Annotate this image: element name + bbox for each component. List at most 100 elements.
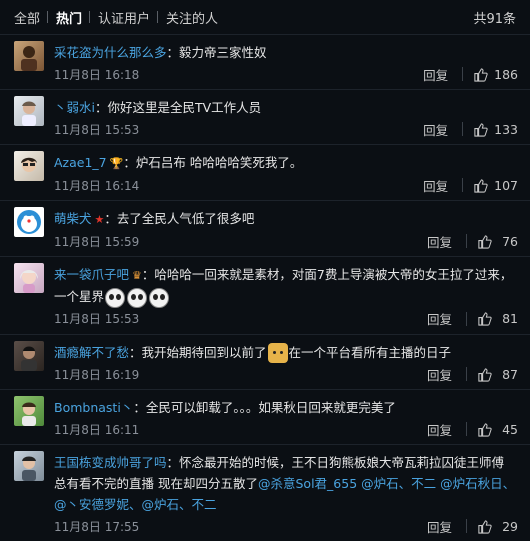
crown-badge-icon: ♛ (132, 269, 142, 282)
comment-meta: 11月8日 15:53 回复 81 (54, 310, 518, 328)
thumbs-up-icon (478, 312, 492, 326)
thumbs-up-icon (478, 367, 492, 382)
tab-hot[interactable]: 热门 (47, 8, 90, 27)
comment-item: 丶弱水i：你好这里是全民TV工作人员 11月8日 15:53 回复 133 (0, 90, 530, 145)
reply-button[interactable]: 回复 (427, 517, 452, 536)
avatar[interactable] (14, 96, 44, 126)
reply-button[interactable]: 回复 (423, 120, 448, 139)
vip-badge-icon: 🏆 (109, 157, 124, 170)
comment-actions: 回复 81 (427, 309, 518, 328)
like-button[interactable]: 186 (473, 67, 518, 82)
like-button[interactable]: 87 (477, 367, 518, 382)
action-divider (466, 519, 467, 533)
comment-meta: 11月8日 16:18 回复 186 (54, 65, 518, 83)
avatar[interactable] (14, 396, 44, 426)
comment-body: 酒瘾解不了愁：我开始期待回到以前了 在一个平台看所有主播的日子 (54, 341, 518, 363)
panda-emoji-icon (105, 287, 126, 308)
mention-link[interactable]: @丶安德罗妮、 (54, 497, 142, 512)
mention-link[interactable]: @炉石秋日、 (440, 476, 515, 491)
like-count: 76 (502, 233, 518, 249)
like-count: 87 (502, 366, 518, 382)
comment-actions: 回复 87 (427, 365, 518, 384)
comment-body: Bombnasti丶：全民可以卸载了。。。如果秋日回来就更完美了 (54, 396, 518, 418)
comment-filter-tabs: 全部 热门 认证用户 关注的人 共91条 (0, 0, 530, 35)
comment-meta: 11月8日 16:19 回复 87 (54, 365, 518, 383)
like-count: 81 (502, 311, 518, 326)
comment-username[interactable]: 萌柴犬 (54, 211, 92, 226)
comment-username[interactable]: 丶弱水i (54, 100, 95, 115)
thumbs-up-icon (474, 67, 488, 82)
avatar[interactable] (14, 340, 44, 371)
avatar[interactable] (14, 207, 44, 237)
comment-meta: 11月8日 16:11 回复 45 (54, 420, 518, 438)
mention-link[interactable]: @炉石、不二 (361, 476, 436, 491)
comment-text: 毅力帝三家性奴 (179, 45, 267, 60)
mention-link[interactable]: @杀意Sol君_655 (258, 476, 357, 491)
comment-username[interactable]: 采花盗为什么那么多 (54, 45, 167, 60)
comment-time: 11月8日 17:55 (54, 519, 140, 534)
avatar[interactable] (14, 41, 44, 71)
comment-actions: 回复 186 (423, 65, 518, 84)
comment-actions: 回复 107 (423, 176, 518, 195)
comment-separator: ： (94, 100, 108, 115)
reply-button[interactable]: 回复 (427, 309, 452, 328)
comment-item: Bombnasti丶：全民可以卸载了。。。如果秋日回来就更完美了 11月8日 1… (0, 390, 530, 445)
avatar[interactable] (14, 151, 44, 181)
action-divider (466, 234, 467, 248)
reply-button[interactable]: 回复 (427, 365, 452, 384)
comment-username[interactable]: Bombnasti丶 (54, 400, 133, 415)
comment-item: 采花盗为什么那么多：毅力帝三家性奴 11月8日 16:18 回复 186 (0, 35, 530, 90)
avatar[interactable] (14, 263, 44, 293)
comment-item: Azae1_7 🏆：炉石吕布 哈哈哈哈笑死我了。 11月8日 16:14 回复 1… (0, 145, 530, 201)
thumbs-up-icon (474, 178, 488, 193)
action-divider (462, 67, 464, 81)
comment-meta: 11月8日 17:55 回复 29 (54, 517, 518, 535)
avatar[interactable] (14, 451, 44, 481)
reply-button[interactable]: 回复 (423, 65, 448, 84)
mention-link[interactable]: @炉石、不二 (142, 497, 217, 512)
like-count: 107 (494, 177, 518, 193)
comment-separator: ： (123, 155, 136, 170)
comment-username[interactable]: Azae1_7 (54, 155, 107, 170)
reply-button[interactable]: 回复 (423, 176, 448, 195)
comment-username[interactable]: 来一袋爪子吧 (54, 267, 129, 282)
reply-button[interactable]: 回复 (427, 232, 452, 251)
panda-emoji-icon (127, 287, 148, 308)
comment-item: 酒瘾解不了愁：我开始期待回到以前了 在一个平台看所有主播的日子 11月8日 16:… (0, 335, 530, 390)
comment-item: 王国栋变成帅哥了吗：怀念最开始的时候，王不日狗熊板娘大帝瓦莉拉囚徒王师傅 总有看… (0, 445, 530, 541)
comment-time: 11月8日 15:53 (54, 312, 140, 326)
like-button[interactable]: 133 (473, 122, 518, 137)
thumbs-up-icon (474, 122, 488, 137)
like-button[interactable]: 45 (477, 422, 518, 437)
comment-body: 来一袋爪子吧 ♛：哈哈哈一回来就是素材，对面7费上导演被大帝的女王拉了过来，一个星… (54, 263, 518, 308)
tab-all[interactable]: 全部 (10, 8, 48, 27)
comment-body: 王国栋变成帅哥了吗：怀念最开始的时候，王不日狗熊板娘大帝瓦莉拉囚徒王师傅 总有看… (54, 451, 518, 515)
like-count: 186 (494, 66, 518, 82)
comment-separator: ： (133, 400, 146, 415)
reply-button[interactable]: 回复 (427, 420, 452, 439)
comment-meta: 11月8日 15:59 回复 76 (54, 232, 518, 250)
comment-meta: 11月8日 15:53 回复 133 (54, 120, 518, 138)
comment-body: 采花盗为什么那么多：毅力帝三家性奴 (54, 41, 518, 63)
comment-time: 11月8日 15:59 (54, 234, 140, 249)
tab-verified-users[interactable]: 认证用户 (89, 8, 158, 27)
like-button[interactable]: 81 (477, 311, 518, 326)
comment-separator: ： (141, 267, 155, 282)
action-divider (466, 367, 467, 381)
comment-time: 11月8日 16:18 (54, 67, 140, 82)
comment-username[interactable]: 王国栋变成帅哥了吗 (54, 455, 167, 470)
like-button[interactable]: 76 (477, 234, 518, 249)
like-count: 45 (502, 421, 518, 437)
comment-body: Azae1_7 🏆：炉石吕布 哈哈哈哈笑死我了。 (54, 151, 518, 174)
like-button[interactable]: 107 (473, 178, 518, 193)
panda-emoji-icon (149, 287, 170, 308)
comment-text: 炉石吕布 哈哈哈哈笑死我了。 (135, 155, 303, 170)
comment-text: 你好这里是全民TV工作人员 (107, 100, 262, 115)
action-divider (466, 311, 467, 326)
comment-separator: ： (166, 455, 180, 470)
comment-username[interactable]: 酒瘾解不了愁 (54, 345, 129, 360)
tab-following[interactable]: 关注的人 (157, 8, 226, 27)
action-divider (462, 178, 464, 192)
comment-total-count: 共91条 (473, 11, 516, 27)
star-badge-icon: ★ (94, 213, 105, 226)
